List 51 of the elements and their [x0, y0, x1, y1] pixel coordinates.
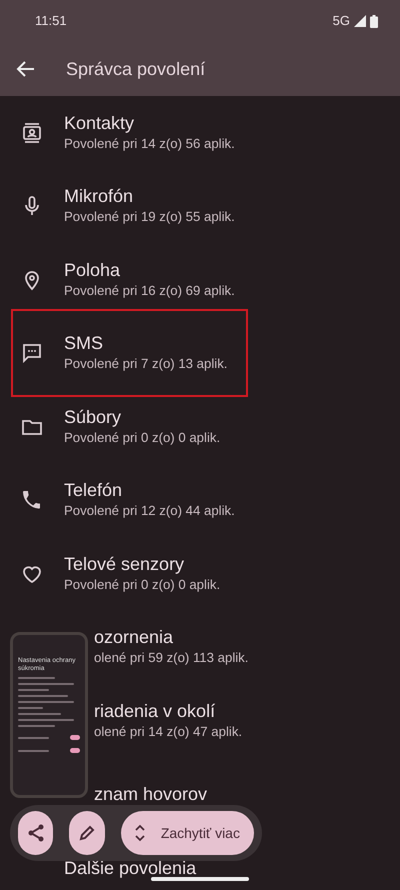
permission-title: Kontakty	[64, 112, 136, 134]
permission-summary: Povolené pri 0 z(o) 0 aplik.	[64, 428, 220, 447]
preview-text-line	[18, 683, 74, 685]
capture-more-button[interactable]: Zachytiť viac	[120, 811, 254, 855]
preview-text-line	[18, 701, 74, 703]
permission-item[interactable]: Kontakty Povolené pri 14 z(o) 56 aplik.	[0, 96, 400, 170]
edit-button[interactable]	[69, 811, 105, 855]
permission-item[interactable]: Telefón Povolené pri 12 z(o) 44 aplik.	[0, 464, 400, 537]
permission-item[interactable]: Súbory Povolené pri 0 z(o) 0 aplik.	[0, 390, 400, 464]
permission-title: znam hovorov	[94, 783, 208, 806]
permission-title: Poloha	[64, 258, 122, 281]
battery-icon	[370, 14, 378, 28]
permission-title: Súbory	[64, 406, 122, 428]
permission-summary: Povolené pri 12 z(o) 44 aplik.	[64, 502, 235, 520]
status-time: 11:51	[35, 12, 67, 30]
permission-title: Telové senzory	[64, 552, 186, 575]
permission-summary: Povolené pri 0 z(o) 0 aplik.	[64, 576, 220, 594]
permission-title: Mikrofón	[64, 185, 134, 208]
preview-text-line	[18, 719, 74, 721]
preview-text-line	[18, 736, 49, 738]
permission-summary: Povolené pri 7 z(o) 13 aplik.	[64, 355, 228, 374]
permission-title: Telefón	[64, 479, 124, 502]
permission-summary: Povolené pri 19 z(o) 55 aplik.	[64, 208, 235, 226]
permission-summary: olené pri 59 z(o) 113 aplik.	[94, 649, 248, 668]
preview-text-line	[18, 689, 49, 691]
permission-title: ozornenia	[94, 626, 174, 648]
permission-title: riadenia v okolí	[94, 700, 216, 722]
message-icon	[20, 341, 44, 366]
contact-card-icon	[20, 120, 44, 145]
permission-summary: Povolené pri 14 z(o) 56 aplik.	[64, 134, 235, 153]
share-icon	[26, 823, 46, 843]
share-button[interactable]	[18, 811, 54, 855]
preview-text-line	[18, 695, 68, 697]
back-button[interactable]	[16, 59, 36, 79]
permission-item[interactable]: Telové senzory Povolené pri 0 z(o) 0 aplik.	[0, 537, 400, 610]
preview-text-line	[18, 725, 56, 727]
permission-title: SMS	[64, 332, 104, 354]
permission-summary: Povolené pri 16 z(o) 69 aplik.	[64, 282, 235, 300]
permission-item[interactable]: Poloha Povolené pri 16 z(o) 69 aplik.	[0, 243, 400, 316]
permission-title: Ďalšie povolenia	[64, 856, 196, 879]
expand-icon	[134, 824, 145, 842]
preview-text-line	[18, 677, 56, 679]
preview-text-line	[18, 707, 43, 709]
permission-summary: olené pri 14 z(o) 47 aplik.	[94, 722, 242, 741]
preview-text-line	[18, 713, 62, 715]
permission-item[interactable]: Mikrofón Povolené pri 19 z(o) 55 aplik.	[0, 170, 400, 243]
signal-icon	[354, 15, 366, 27]
network-type: 5G	[332, 12, 350, 30]
preview-text-line	[18, 750, 49, 752]
screen-title: Správca povolení	[66, 58, 206, 81]
permission-item[interactable]: SMS Povolené pri 7 z(o) 13 aplik.	[0, 316, 400, 390]
